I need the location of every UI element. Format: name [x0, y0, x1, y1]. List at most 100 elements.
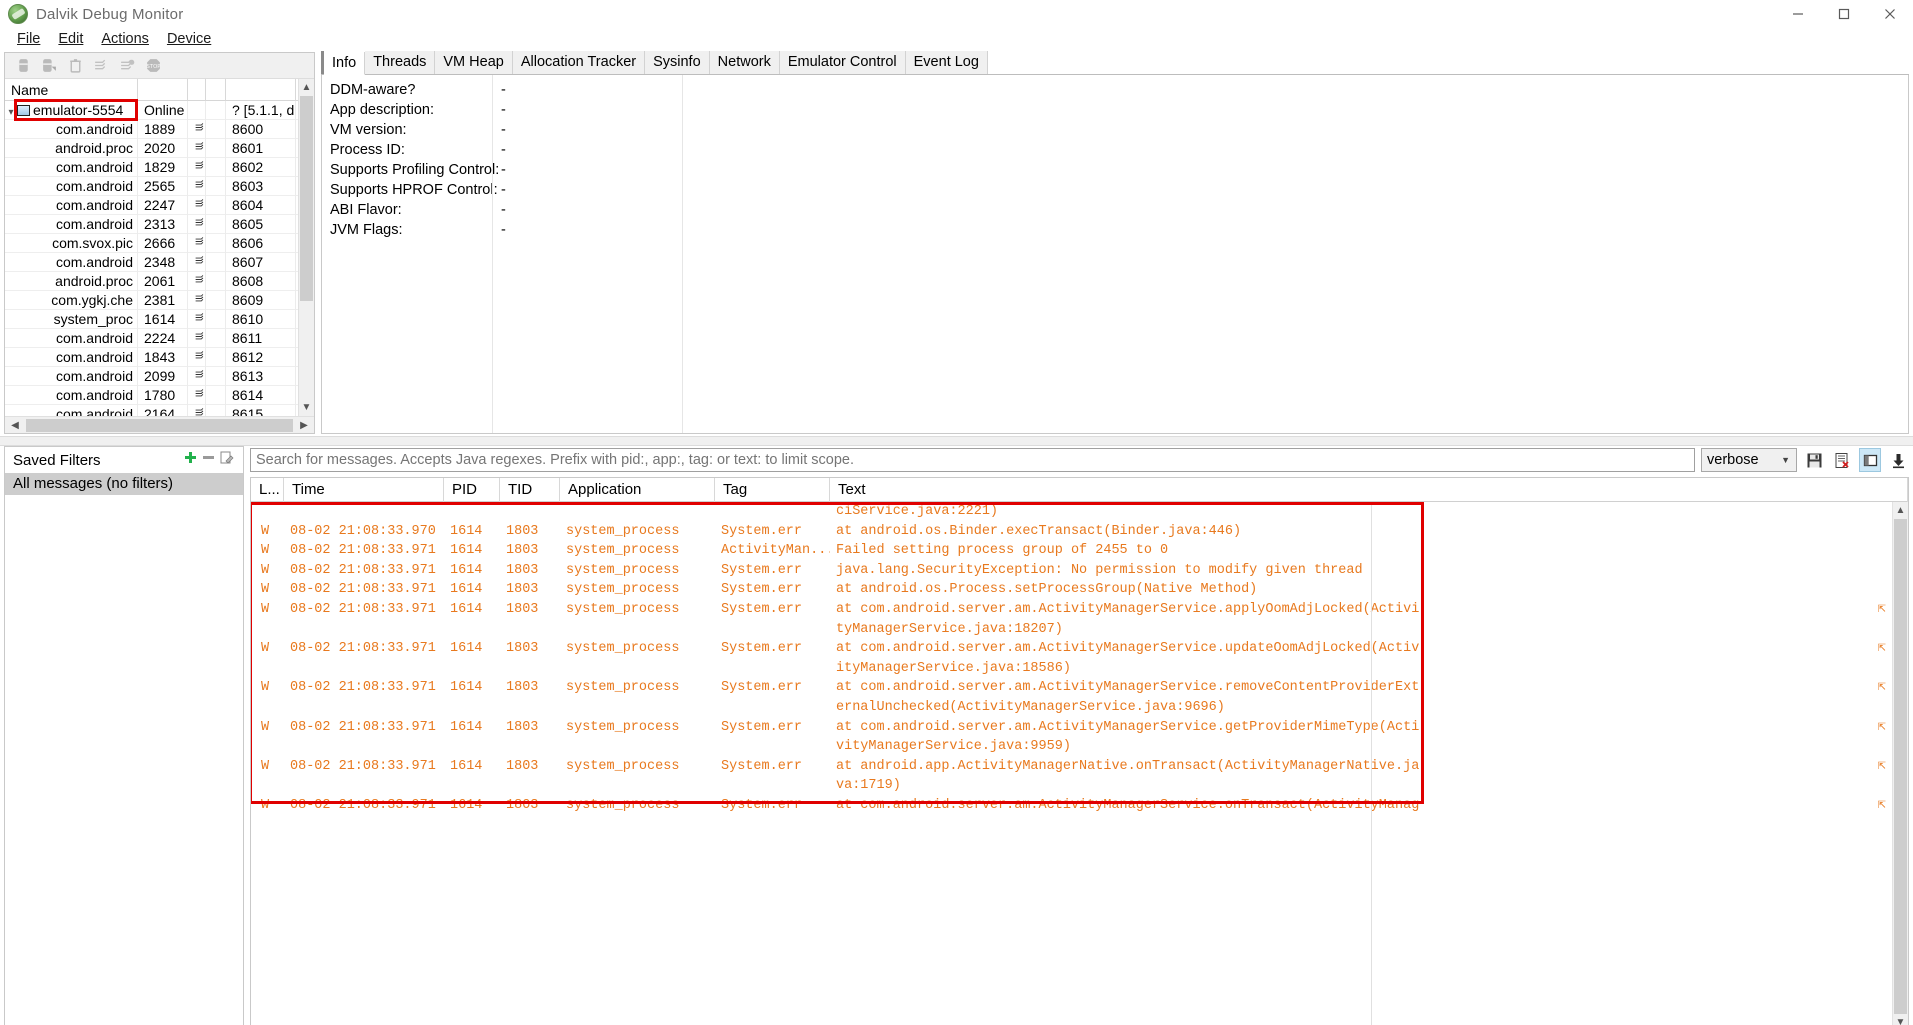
menu-device[interactable]: Device — [158, 29, 220, 49]
devices-vertical-scrollbar[interactable]: ▲ ▼ — [298, 79, 314, 416]
process-thread-cell[interactable] — [188, 214, 206, 234]
devices-hscroll-thumb[interactable] — [26, 418, 293, 432]
device-name-cell[interactable]: ▾ emulator-5554 — [5, 100, 138, 120]
tab-info[interactable]: Info — [324, 52, 366, 75]
devices-scroll-thumb[interactable] — [300, 96, 313, 301]
search-input[interactable] — [250, 448, 1695, 472]
process-heap-cell[interactable] — [206, 176, 226, 196]
process-heap-cell[interactable] — [206, 385, 226, 405]
process-row[interactable]: com.android 1829 8602 — [5, 157, 298, 177]
save-log-icon[interactable] — [1803, 448, 1825, 472]
debug-process-attach-icon[interactable] — [41, 57, 58, 74]
debug-process-icon[interactable] — [15, 57, 32, 74]
process-row[interactable]: android.proc 2020 8601 — [5, 138, 298, 158]
process-heap-cell[interactable] — [206, 195, 226, 215]
log-row[interactable]: W 08-02 21:08:33.971 1614 1803 system_proces… — [251, 678, 1892, 698]
process-thread-cell[interactable] — [188, 233, 206, 253]
stop-icon[interactable]: STOP — [145, 57, 162, 74]
process-heap-cell[interactable] — [206, 214, 226, 234]
maximize-icon[interactable] — [1821, 0, 1867, 28]
log-row[interactable]: W 08-02 21:08:33.971 1614 1803 system_proces… — [251, 757, 1892, 777]
log-row[interactable]: W 08-02 21:08:33.971 1614 1803 system_proces… — [251, 639, 1892, 659]
log-row[interactable]: W 08-02 21:08:33.971 1614 1803 system_proces… — [251, 541, 1892, 561]
process-thread-cell[interactable] — [188, 271, 206, 291]
process-thread-cell[interactable] — [188, 385, 206, 405]
process-heap-cell[interactable] — [206, 290, 226, 310]
process-row[interactable]: com.android 2247 8604 — [5, 195, 298, 215]
process-thread-cell[interactable] — [188, 347, 206, 367]
minus-icon[interactable] — [199, 450, 217, 470]
process-thread-cell[interactable] — [188, 366, 206, 386]
column-header-state[interactable] — [138, 79, 188, 101]
tab-threads[interactable]: Threads — [365, 51, 436, 74]
column-header-level[interactable]: L... — [251, 478, 284, 502]
log-rows-container[interactable]: ciService.java:2221) W 08-02 21:08:33.970 1… — [251, 502, 1892, 1025]
process-thread-cell[interactable] — [188, 157, 206, 177]
scroll-up-icon[interactable]: ▲ — [1893, 502, 1908, 519]
close-icon[interactable] — [1867, 0, 1913, 28]
heap-updates-icon[interactable] — [119, 57, 136, 74]
process-heap-cell[interactable] — [206, 119, 226, 139]
tab-sysinfo[interactable]: Sysinfo — [645, 51, 710, 74]
column-header-application[interactable]: Application — [560, 478, 715, 502]
log-row[interactable]: W 08-02 21:08:33.971 1614 1803 system_proces… — [251, 718, 1892, 738]
log-row-continuation[interactable]: tyManagerService.java:18207) — [251, 620, 1892, 640]
column-header-thread[interactable] — [188, 79, 206, 101]
process-row[interactable]: system_proc 1614 8610 — [5, 309, 298, 329]
process-heap-cell[interactable] — [206, 157, 226, 177]
process-row[interactable]: com.android 1843 8612 — [5, 347, 298, 367]
devices-horizontal-scrollbar[interactable]: ◀ ▶ — [5, 416, 314, 433]
process-row[interactable]: com.android 2313 8605 — [5, 214, 298, 234]
trash-icon[interactable] — [67, 57, 84, 74]
log-row-continuation[interactable]: ernalUnchecked(ActivityManagerService.ja… — [251, 698, 1892, 718]
column-header-heap[interactable] — [206, 79, 226, 101]
scroll-right-icon[interactable]: ▶ — [294, 420, 314, 431]
log-row-continuation[interactable]: ciService.java:2221) — [251, 502, 1892, 522]
log-scroll-thumb[interactable] — [1894, 519, 1907, 1014]
display-layout-icon[interactable] — [1859, 448, 1881, 472]
horizontal-splitter[interactable] — [0, 436, 1913, 446]
process-thread-cell[interactable] — [188, 195, 206, 215]
process-row[interactable]: com.ygkj.che 2381 8609 — [5, 290, 298, 310]
process-heap-cell[interactable] — [206, 271, 226, 291]
edit-icon[interactable] — [217, 450, 235, 470]
log-row[interactable]: W 08-02 21:08:33.971 1614 1803 system_proces… — [251, 580, 1892, 600]
scroll-down-icon[interactable]: ▼ — [299, 399, 314, 416]
log-row[interactable]: W 08-02 21:08:33.971 1614 1803 system_proces… — [251, 796, 1892, 816]
column-header-port[interactable] — [226, 79, 296, 101]
column-header-name[interactable]: Name — [5, 79, 138, 101]
scroll-down-icon[interactable]: ▼ — [1893, 1014, 1908, 1025]
menu-edit[interactable]: Edit — [49, 29, 92, 49]
tab-event-log[interactable]: Event Log — [905, 51, 988, 74]
log-level-select[interactable]: verbose ▼ — [1701, 448, 1797, 472]
log-row-continuation[interactable]: vityManagerService.java:9959) — [251, 737, 1892, 757]
process-thread-cell[interactable] — [188, 309, 206, 329]
process-row[interactable]: com.android 2348 8607 — [5, 252, 298, 272]
process-row[interactable]: android.proc 2061 8608 — [5, 271, 298, 291]
process-thread-cell[interactable] — [188, 119, 206, 139]
tab-emulator-control[interactable]: Emulator Control — [779, 51, 906, 74]
clear-log-icon[interactable] — [1831, 448, 1853, 472]
menu-actions[interactable]: Actions — [92, 29, 158, 49]
process-row[interactable]: com.android 2565 8603 — [5, 176, 298, 196]
log-row[interactable]: W 08-02 21:08:33.971 1614 1803 system_proces… — [251, 600, 1892, 620]
process-row[interactable]: com.android 2099 8613 — [5, 366, 298, 386]
process-row[interactable]: com.android 1889 8600 — [5, 119, 298, 139]
process-heap-cell[interactable] — [206, 233, 226, 253]
thread-updates-icon[interactable] — [93, 57, 110, 74]
menu-file[interactable]: File — [8, 29, 49, 49]
column-header-tid[interactable]: TID — [500, 478, 560, 502]
process-heap-cell[interactable] — [206, 138, 226, 158]
log-vertical-scrollbar[interactable]: ▲ ▼ — [1892, 502, 1908, 1025]
tab-allocation-tracker[interactable]: Allocation Tracker — [512, 51, 646, 74]
process-thread-cell[interactable] — [188, 328, 206, 348]
log-row[interactable]: W 08-02 21:08:33.970 1614 1803 system_proces… — [251, 522, 1892, 542]
process-thread-cell[interactable] — [188, 176, 206, 196]
process-heap-cell[interactable] — [206, 347, 226, 367]
filter-item-all-messages[interactable]: All messages (no filters) — [5, 473, 243, 495]
process-heap-cell[interactable] — [206, 309, 226, 329]
scroll-left-icon[interactable]: ◀ — [5, 420, 25, 431]
process-heap-cell[interactable] — [206, 252, 226, 272]
process-thread-cell[interactable] — [188, 138, 206, 158]
process-thread-cell[interactable] — [188, 404, 206, 416]
